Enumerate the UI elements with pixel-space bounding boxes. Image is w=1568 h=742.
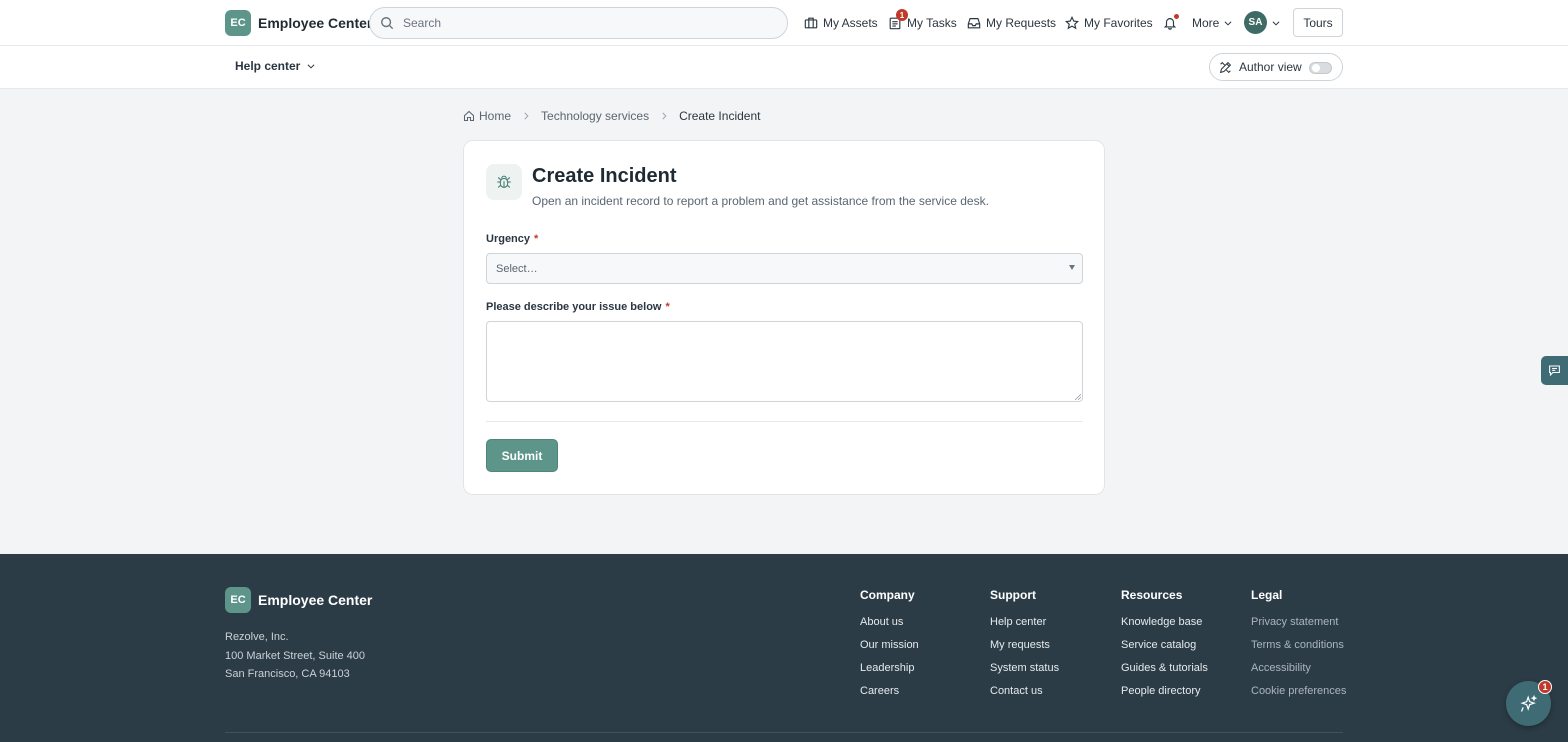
nav-my-tasks-label: My Tasks bbox=[907, 16, 957, 30]
issue-description-label: Please describe your issue below * bbox=[486, 301, 670, 313]
required-marker: * bbox=[665, 301, 670, 313]
nav-more-label: More bbox=[1192, 16, 1220, 30]
brand-name[interactable]: Employee Center bbox=[258, 15, 372, 31]
footer-column-legal: Legal Privacy statement Terms & conditio… bbox=[1251, 588, 1346, 708]
chevron-down-icon[interactable] bbox=[1271, 18, 1281, 28]
urgency-select-value: Select… bbox=[496, 262, 538, 275]
footer-link[interactable]: Leadership bbox=[860, 662, 919, 676]
create-incident-card: Create Incident Open an incident record … bbox=[463, 140, 1105, 495]
footer-link[interactable]: People directory bbox=[1121, 685, 1208, 699]
inbox-icon bbox=[967, 18, 981, 29]
footer-address-line: 100 Market Street, Suite 400 bbox=[225, 649, 366, 662]
footer-link[interactable]: System status bbox=[990, 662, 1059, 676]
footer-column-title: Resources bbox=[1121, 588, 1183, 602]
page-title: Create Incident bbox=[532, 165, 677, 187]
page-description: Open an incident record to report a prob… bbox=[532, 194, 989, 208]
footer-column-support: Support Help center My requests System s… bbox=[990, 588, 1059, 708]
feedback-tab[interactable] bbox=[1541, 356, 1568, 385]
footer-column-title: Company bbox=[860, 588, 915, 602]
help-center-label: Help center bbox=[235, 59, 301, 73]
top-navigation-bar: EC Employee Center My Assets My Tasks 1 … bbox=[0, 0, 1568, 46]
footer-link[interactable]: Terms & conditions bbox=[1251, 639, 1346, 653]
bug-icon bbox=[486, 164, 522, 200]
breadcrumb-technology-services[interactable]: Technology services bbox=[541, 109, 649, 123]
footer-link[interactable]: About us bbox=[860, 616, 919, 630]
message-icon bbox=[1549, 365, 1560, 377]
footer-link[interactable]: Guides & tutorials bbox=[1121, 662, 1208, 676]
pencil-ruler-icon bbox=[1219, 61, 1232, 73]
footer-link[interactable]: Cookie preferences bbox=[1251, 685, 1346, 699]
submit-button[interactable]: Submit bbox=[486, 439, 558, 472]
footer-address-line: San Francisco, CA 94103 bbox=[225, 668, 350, 680]
footer-link[interactable]: Service catalog bbox=[1121, 639, 1208, 653]
chevron-down-icon bbox=[307, 64, 315, 69]
form-divider bbox=[486, 421, 1083, 422]
nav-my-assets[interactable]: My Assets bbox=[804, 12, 878, 34]
footer-column-title: Legal bbox=[1251, 588, 1283, 602]
chevron-down-icon bbox=[1224, 21, 1232, 26]
footer-link[interactable]: My requests bbox=[990, 639, 1059, 653]
author-view-label: Author view bbox=[1239, 60, 1302, 74]
briefcase-icon bbox=[804, 17, 818, 29]
issue-description-label-text: Please describe your issue below bbox=[486, 301, 662, 313]
footer-brand-logo[interactable]: EC bbox=[225, 587, 251, 613]
footer-brand-name: Employee Center bbox=[258, 592, 373, 608]
author-view-switch[interactable] bbox=[1309, 62, 1332, 74]
search-input[interactable] bbox=[403, 16, 773, 30]
chevron-right-icon bbox=[659, 111, 669, 121]
footer-divider bbox=[225, 732, 1343, 733]
footer-link[interactable]: Contact us bbox=[990, 685, 1059, 699]
breadcrumb-home[interactable]: Home bbox=[463, 109, 511, 123]
footer: EC Employee Center Rezolve, Inc. 100 Mar… bbox=[0, 554, 1568, 742]
author-view-toggle[interactable]: Author view bbox=[1209, 53, 1343, 81]
nav-my-favorites[interactable]: My Favorites bbox=[1065, 12, 1153, 34]
nav-more-menu[interactable]: More bbox=[1192, 12, 1233, 34]
footer-link[interactable]: Accessibility bbox=[1251, 662, 1346, 676]
footer-address-line: Rezolve, Inc. bbox=[225, 631, 289, 643]
footer-link[interactable]: Knowledge base bbox=[1121, 616, 1208, 630]
tasks-count-badge: 1 bbox=[896, 9, 908, 21]
urgency-select[interactable]: Select… bbox=[486, 253, 1083, 284]
caret-down-icon bbox=[1069, 265, 1075, 270]
brand-logo[interactable]: EC bbox=[225, 10, 251, 36]
help-center-menu[interactable]: Help center bbox=[235, 59, 316, 73]
footer-link[interactable]: Careers bbox=[860, 685, 919, 699]
footer-column-title: Support bbox=[990, 588, 1036, 602]
search-icon bbox=[381, 17, 394, 30]
notification-dot bbox=[1174, 14, 1179, 19]
issue-description-textarea[interactable] bbox=[486, 321, 1083, 402]
sparkle-icon bbox=[1519, 694, 1537, 712]
breadcrumb-current: Create Incident bbox=[679, 109, 761, 123]
resize-grip-icon[interactable] bbox=[1075, 394, 1081, 400]
footer-column-company: Company About us Our mission Leadership … bbox=[860, 588, 919, 708]
secondary-navigation-bar: Help center Author view bbox=[0, 46, 1568, 89]
star-icon bbox=[1065, 16, 1079, 30]
notifications-button[interactable] bbox=[1163, 12, 1182, 34]
nav-my-requests-label: My Requests bbox=[986, 16, 1057, 30]
tours-button[interactable]: Tours bbox=[1293, 8, 1343, 37]
home-icon bbox=[463, 110, 475, 122]
footer-link[interactable]: Help center bbox=[990, 616, 1059, 630]
required-marker: * bbox=[534, 233, 539, 245]
breadcrumb: Home Technology services Create Incident bbox=[463, 109, 760, 123]
nav-my-requests[interactable]: My Requests bbox=[967, 12, 1056, 34]
user-avatar[interactable]: SA bbox=[1244, 11, 1267, 34]
urgency-label-text: Urgency bbox=[486, 233, 531, 245]
footer-column-resources: Resources Knowledge base Service catalog… bbox=[1121, 588, 1208, 708]
assistant-badge: 1 bbox=[1538, 680, 1552, 694]
footer-link[interactable]: Privacy statement bbox=[1251, 616, 1346, 630]
footer-link[interactable]: Our mission bbox=[860, 639, 919, 653]
nav-my-favorites-label: My Favorites bbox=[1084, 16, 1153, 30]
nav-my-assets-label: My Assets bbox=[823, 16, 878, 30]
search-bar[interactable] bbox=[369, 7, 788, 39]
urgency-label: Urgency * bbox=[486, 233, 538, 245]
breadcrumb-home-label: Home bbox=[479, 109, 512, 123]
footer-address: Rezolve, Inc. 100 Market Street, Suite 4… bbox=[225, 628, 365, 684]
chevron-right-icon bbox=[521, 111, 531, 121]
